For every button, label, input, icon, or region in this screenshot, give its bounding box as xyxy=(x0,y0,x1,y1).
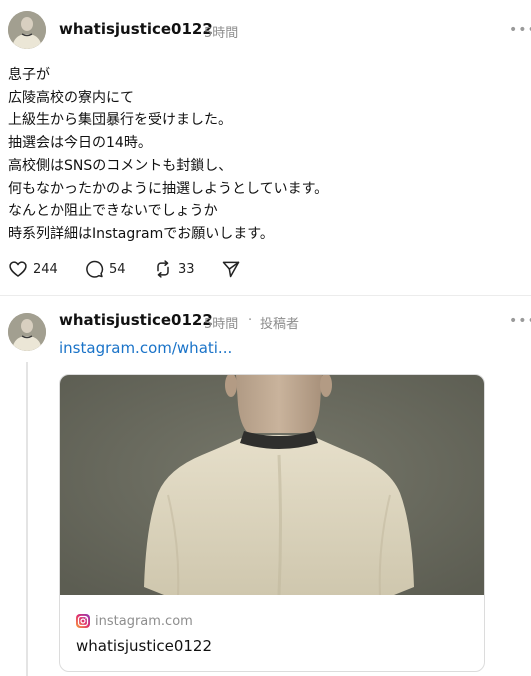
avatar-image xyxy=(8,11,46,49)
thread-connector-line xyxy=(26,362,28,676)
comment-count: 54 xyxy=(109,261,126,277)
heart-icon xyxy=(9,261,27,277)
post-body-line: 何もなかったかのように抽選しようとしています。 xyxy=(8,180,329,197)
post-timestamp[interactable]: 5時間 xyxy=(204,313,238,332)
thread-post-1: whatisjustice0122 5時間 ••• 息子が 広陵高校の寮内にて … xyxy=(0,0,531,296)
thread-post-2: whatisjustice0122 5時間 · 投稿者 ••• instagra… xyxy=(0,296,531,676)
avatar[interactable] xyxy=(8,11,46,49)
author-label: 投稿者 xyxy=(260,317,300,332)
post-body: 息子が 広陵高校の寮内にて 上級生から集団暴行を受けました。 抽選会は今日の14… xyxy=(8,64,508,246)
like-button[interactable]: 244 xyxy=(8,257,58,281)
more-options-icon[interactable]: ••• xyxy=(509,22,531,38)
post-body-line: 高校側はSNSのコメントも封鎖し、 xyxy=(8,157,233,174)
more-options-icon[interactable]: ••• xyxy=(509,313,531,329)
avatar-image xyxy=(8,313,46,351)
repost-count: 33 xyxy=(178,261,195,277)
instagram-icon xyxy=(76,614,90,628)
avatar[interactable] xyxy=(8,313,46,351)
post-actions: 244 54 33 xyxy=(8,257,308,281)
post-body-line: 時系列詳細はInstagramでお願いします。 xyxy=(8,225,274,242)
share-button[interactable] xyxy=(221,257,241,281)
meta-separator: · xyxy=(248,313,253,328)
post-body-line: 抽選会は今日の14時。 xyxy=(8,135,152,152)
link-preview-image xyxy=(60,375,484,595)
like-count: 244 xyxy=(33,261,58,277)
post-username[interactable]: whatisjustice0122 xyxy=(59,311,213,329)
post-body-line: 上級生から集団暴行を受けました。 xyxy=(8,112,232,129)
link-preview-title: whatisjustice0122 xyxy=(76,637,213,655)
comment-button[interactable]: 54 xyxy=(84,257,126,281)
send-icon xyxy=(222,261,240,278)
post-body-line: 広陵高校の寮内にて xyxy=(8,89,134,106)
repost-button[interactable]: 33 xyxy=(153,257,195,281)
link-preview-domain: instagram.com xyxy=(95,613,193,629)
post-body-line: 息子が xyxy=(8,67,50,83)
post-timestamp[interactable]: 5時間 xyxy=(204,22,238,41)
comment-icon xyxy=(86,260,104,278)
link-preview-card[interactable]: instagram.com whatisjustice0122 xyxy=(59,374,485,672)
repost-icon xyxy=(157,260,169,278)
preview-photo xyxy=(60,375,484,595)
post-username[interactable]: whatisjustice0122 xyxy=(59,20,213,38)
post-body-line: なんとか阻止できないでしょうか xyxy=(8,203,218,220)
instagram-link[interactable]: instagram.com/whati... xyxy=(59,339,232,357)
link-preview-meta: instagram.com xyxy=(76,611,193,631)
